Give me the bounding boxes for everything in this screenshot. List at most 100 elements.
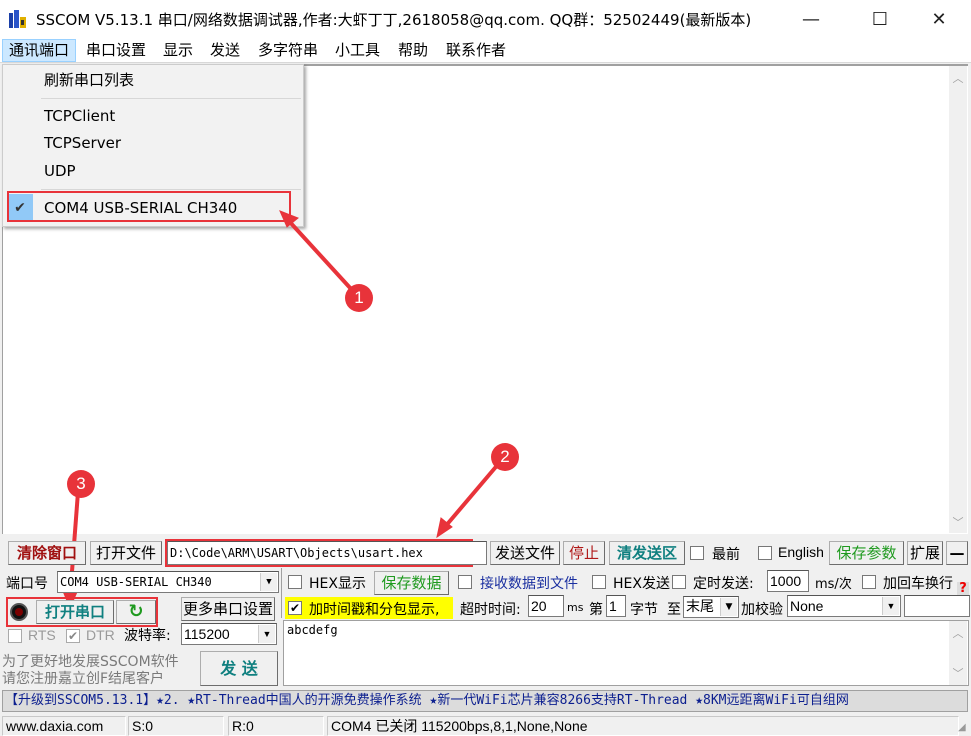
timed-send-checkbox[interactable] bbox=[672, 575, 686, 589]
send-file-button[interactable]: 发送文件 bbox=[490, 541, 560, 565]
baud-rate-select[interactable]: 115200 ▼ bbox=[181, 623, 277, 645]
open-port-button[interactable]: 打开串口 bbox=[36, 600, 114, 624]
port-label: 端口号 bbox=[6, 576, 48, 592]
file-path-input[interactable]: D:\Code\ARM\USART\Objects\usart.hex bbox=[167, 541, 487, 565]
menu-send[interactable]: 发送 bbox=[204, 39, 246, 62]
port-select-value: COM4 USB-SERIAL CH340 bbox=[60, 575, 212, 589]
hex-display-checkbox[interactable] bbox=[288, 575, 302, 589]
english-label: English bbox=[778, 544, 824, 560]
refresh-icon[interactable]: ↻ bbox=[116, 600, 156, 624]
annotation-badge-1: 1 bbox=[345, 284, 373, 312]
comm-port-dropdown: 刷新串口列表 TCPClient TCPServer UDP ✔ COM4 US… bbox=[2, 64, 304, 227]
menu-comm-port[interactable]: 通讯端口 bbox=[2, 39, 77, 62]
add-crlf-checkbox[interactable] bbox=[862, 575, 876, 589]
receive-scrollbar[interactable]: ︿ ﹀ bbox=[949, 66, 967, 533]
baud-rate-value: 115200 bbox=[184, 626, 230, 642]
menu-contact-author[interactable]: 联系作者 bbox=[440, 39, 512, 62]
port-select[interactable]: COM4 USB-SERIAL CH340 ▼ bbox=[57, 571, 279, 593]
status-sent-count: S:0 bbox=[128, 716, 224, 736]
add-crlf-label: 加回车换行 bbox=[883, 576, 953, 592]
topmost-checkbox[interactable] bbox=[690, 546, 704, 560]
checksum-result-field[interactable] bbox=[904, 595, 970, 617]
scroll-down-icon[interactable]: ﹀ bbox=[949, 514, 967, 532]
recv-to-file-checkbox[interactable] bbox=[458, 575, 472, 589]
menu-bar: 通讯端口 串口设置 显示 发送 多字符串 小工具 帮助 联系作者 bbox=[0, 38, 971, 63]
annotation-badge-3: 3 bbox=[67, 470, 95, 498]
resize-grip-icon[interactable]: ◢ bbox=[958, 722, 970, 734]
news-ticker[interactable]: 【升级到SSCOM5.13.1】★2. ★RT-Thread中国人的开源免费操作… bbox=[2, 690, 968, 712]
promo-line-2: 请您注册嘉立创F结尾客户 bbox=[2, 671, 165, 687]
scroll-up-icon[interactable]: ︿ bbox=[949, 70, 967, 88]
timeout-unit-label: ms bbox=[567, 601, 584, 614]
window-title: SSCOM V5.13.1 串口/网络数据调试器,作者:大虾丁丁,2618058… bbox=[36, 11, 752, 29]
timeout-input[interactable]: 20 bbox=[528, 595, 564, 617]
status-connection: COM4 已关闭 115200bps,8,1,None,None bbox=[327, 716, 959, 736]
collapse-button[interactable]: — bbox=[946, 541, 968, 565]
chevron-down-icon[interactable]: ▼ bbox=[720, 598, 737, 616]
help-icon[interactable]: ? bbox=[957, 582, 969, 596]
byte-unit-label: 字节 bbox=[630, 602, 658, 618]
annotation-badge-2: 2 bbox=[491, 443, 519, 471]
send-textarea[interactable]: abcdefg bbox=[283, 620, 969, 686]
timed-send-label: 定时发送: bbox=[693, 576, 754, 592]
port-status-led-icon bbox=[10, 603, 28, 621]
chevron-down-icon[interactable]: ▼ bbox=[258, 625, 275, 643]
menu-item-com4[interactable]: COM4 USB-SERIAL CH340 bbox=[3, 195, 303, 221]
clear-window-button[interactable]: 清除窗口 bbox=[8, 541, 86, 565]
byte-start-input[interactable]: 1 bbox=[606, 595, 626, 617]
app-icon bbox=[9, 10, 26, 28]
byte-end-select[interactable]: 末尾 ▼ bbox=[683, 596, 739, 618]
open-file-button[interactable]: 打开文件 bbox=[90, 541, 162, 565]
status-bar: www.daxia.com S:0 R:0 COM4 已关闭 115200bps… bbox=[0, 714, 971, 736]
expand-button[interactable]: 扩展 bbox=[907, 541, 943, 565]
interval-unit-label: ms/次 bbox=[815, 577, 852, 592]
status-received-count: R:0 bbox=[228, 716, 324, 736]
menu-help[interactable]: 帮助 bbox=[392, 39, 434, 62]
checksum-value: None bbox=[790, 598, 824, 614]
divider bbox=[281, 568, 282, 618]
minimize-button[interactable]: — bbox=[788, 0, 834, 38]
menu-item-tcpserver[interactable]: TCPServer bbox=[3, 130, 303, 156]
interval-input[interactable]: 1000 bbox=[767, 570, 809, 592]
timestamp-label: 加时间戳和分包显示, bbox=[309, 602, 440, 618]
menu-item-refresh-ports[interactable]: 刷新串口列表 bbox=[3, 67, 303, 93]
menu-multi-string[interactable]: 多字符串 bbox=[252, 39, 324, 62]
save-params-button[interactable]: 保存参数 bbox=[829, 541, 904, 565]
checksum-label: 加校验 bbox=[741, 602, 783, 618]
send-button[interactable]: 发 送 bbox=[200, 651, 278, 686]
status-website[interactable]: www.daxia.com bbox=[2, 716, 126, 736]
title-bar: SSCOM V5.13.1 串口/网络数据调试器,作者:大虾丁丁,2618058… bbox=[0, 0, 971, 38]
menu-item-udp[interactable]: UDP bbox=[3, 158, 303, 184]
menu-item-tcpclient[interactable]: TCPClient bbox=[3, 103, 303, 129]
hex-display-label: HEX显示 bbox=[309, 576, 366, 592]
hex-send-label: HEX发送 bbox=[613, 576, 670, 592]
rts-checkbox[interactable] bbox=[8, 629, 22, 643]
english-checkbox[interactable] bbox=[758, 546, 772, 560]
timestamp-checkbox[interactable]: ✔ bbox=[288, 601, 302, 615]
stop-button[interactable]: 停止 bbox=[563, 541, 605, 565]
send-scrollbar[interactable]: ︿ ﹀ bbox=[949, 621, 967, 685]
byte-prefix-label: 第 bbox=[589, 602, 603, 618]
menu-tools[interactable]: 小工具 bbox=[329, 39, 386, 62]
more-serial-settings-button[interactable]: 更多串口设置 bbox=[181, 597, 275, 621]
save-data-button[interactable]: 保存数据 bbox=[374, 571, 449, 595]
clear-send-button[interactable]: 清发送区 bbox=[609, 541, 685, 565]
chevron-down-icon[interactable]: ▼ bbox=[260, 573, 277, 591]
maximize-button[interactable]: ☐ bbox=[857, 0, 903, 38]
dtr-checkbox[interactable]: ✔ bbox=[66, 629, 80, 643]
scroll-up-icon[interactable]: ︿ bbox=[949, 625, 967, 643]
topmost-label: 最前 bbox=[712, 547, 740, 563]
menu-serial-settings[interactable]: 串口设置 bbox=[80, 39, 152, 62]
recv-to-file-label[interactable]: 接收数据到文件 bbox=[480, 573, 578, 593]
close-button[interactable]: ✕ bbox=[916, 0, 962, 38]
menu-separator bbox=[41, 189, 301, 190]
checksum-select[interactable]: None ▼ bbox=[787, 595, 901, 617]
chevron-down-icon[interactable]: ▼ bbox=[882, 597, 899, 615]
hex-send-checkbox[interactable] bbox=[592, 575, 606, 589]
menu-display[interactable]: 显示 bbox=[157, 39, 199, 62]
rts-label: RTS bbox=[28, 627, 56, 643]
scroll-down-icon[interactable]: ﹀ bbox=[949, 665, 967, 683]
baud-rate-label: 波特率: bbox=[124, 628, 171, 644]
menu-separator bbox=[41, 98, 301, 99]
byte-to-label: 至 bbox=[667, 602, 681, 618]
